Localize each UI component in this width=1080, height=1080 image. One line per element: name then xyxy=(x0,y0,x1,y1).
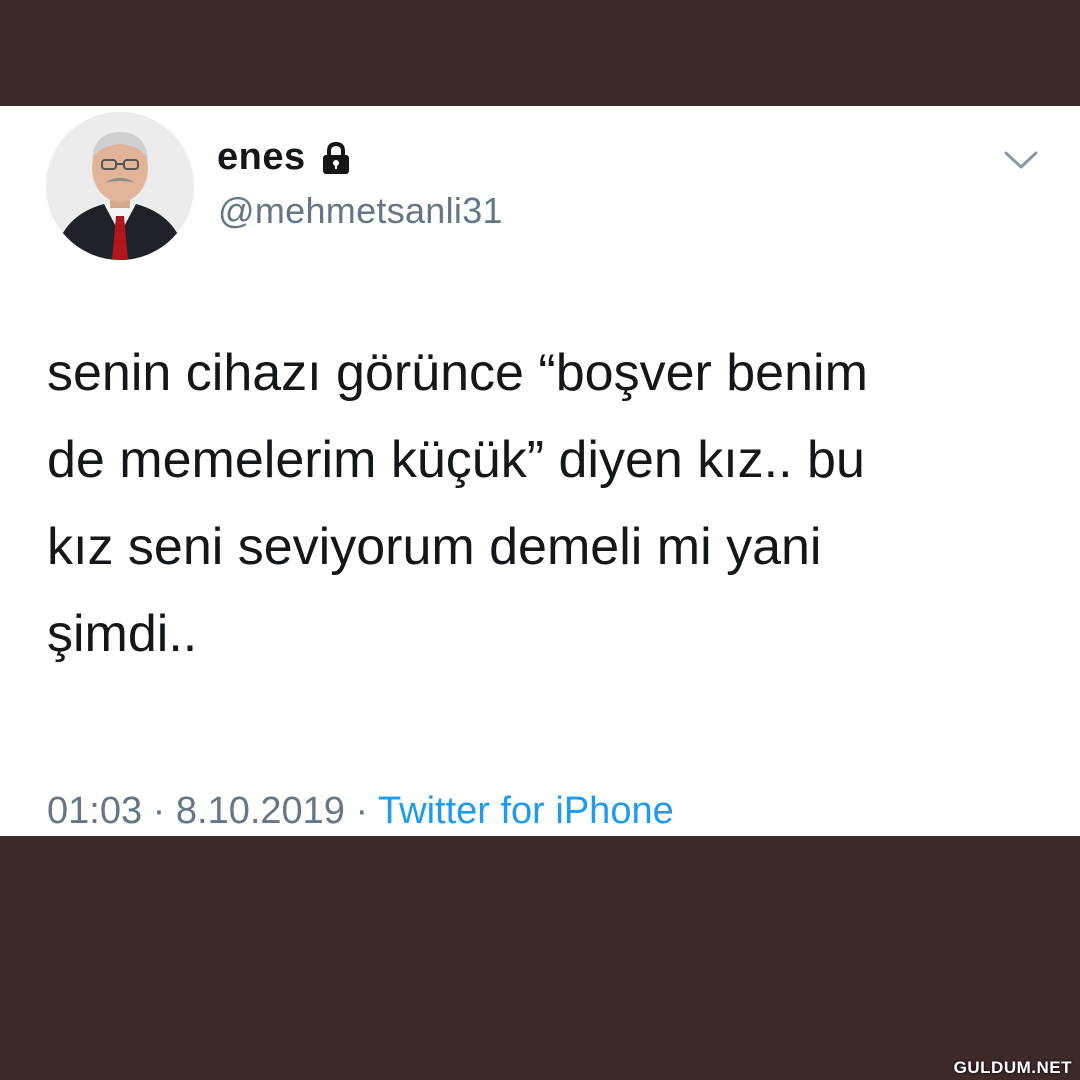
tweet-text: senin cihazı görünce “boşver benim de me… xyxy=(47,344,868,663)
tweet-source-link[interactable]: Twitter for iPhone xyxy=(378,790,674,832)
meta-separator: · xyxy=(355,790,369,832)
display-name[interactable]: enes xyxy=(217,136,306,179)
chevron-down-icon[interactable] xyxy=(1002,148,1040,172)
tweet-date[interactable]: 8.10.2019 xyxy=(176,790,345,832)
user-handle[interactable]: @mehmetsanli31 xyxy=(218,190,503,232)
avatar[interactable] xyxy=(46,112,194,260)
lock-icon xyxy=(320,141,352,175)
author-row: enes xyxy=(217,136,352,179)
watermark: GULDUM.NET xyxy=(953,1058,1072,1077)
tweet-time[interactable]: 01:03 xyxy=(47,790,142,832)
tweet-meta: 01:03 · 8.10.2019 · Twitter for iPhone xyxy=(47,790,674,833)
meta-separator: · xyxy=(152,790,166,832)
